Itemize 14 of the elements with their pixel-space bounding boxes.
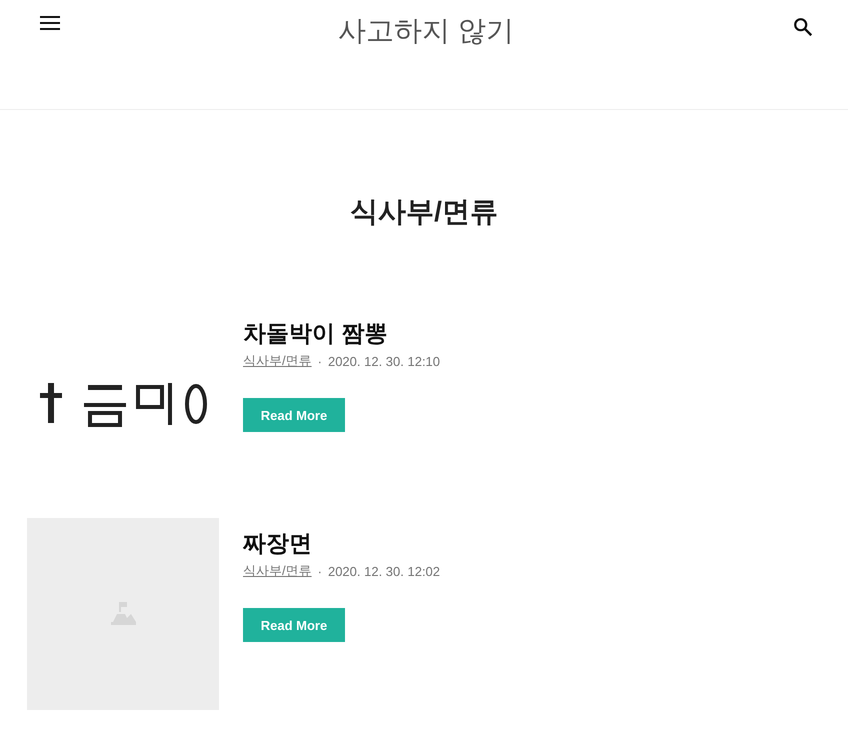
post-title[interactable]: 짜장면 <box>243 528 440 558</box>
site-title[interactable]: 사고하지 않기 <box>338 12 514 50</box>
menu-icon <box>40 16 60 30</box>
read-more-button[interactable]: Read More <box>243 608 345 642</box>
category-title: 식사부/면류 <box>349 195 499 229</box>
category-link[interactable]: 식사부/면류 <box>243 562 312 580</box>
post-date: 2020. 12. 30. 12:02 <box>328 564 440 578</box>
search-icon <box>792 16 814 38</box>
separator-dot: · <box>318 354 322 368</box>
category-link[interactable]: 식사부/면류 <box>243 352 312 370</box>
read-more-button[interactable]: Read More <box>243 398 345 432</box>
post-date: 2020. 12. 30. 12:10 <box>328 354 440 368</box>
separator-dot: · <box>318 564 322 578</box>
post-title[interactable]: 차돌박이 짬뽕 <box>243 318 440 348</box>
